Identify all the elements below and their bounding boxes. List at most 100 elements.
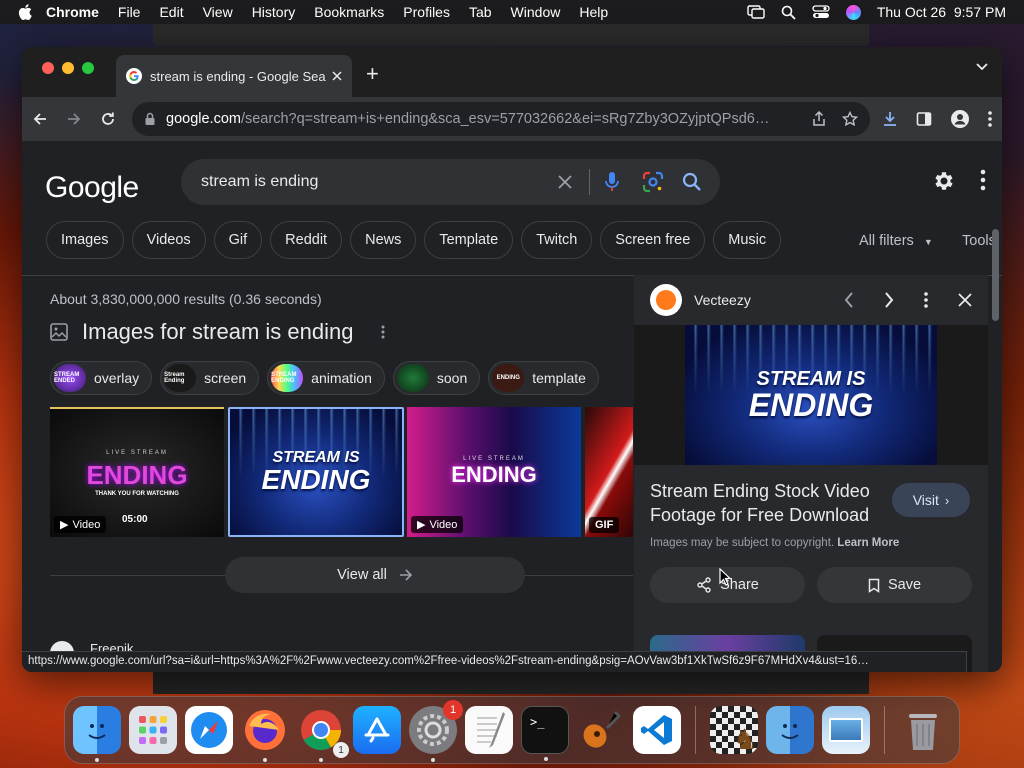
chip-gif[interactable]: Gif: [213, 221, 263, 259]
menu-help[interactable]: Help: [579, 4, 608, 20]
tools-button[interactable]: Tools: [962, 233, 996, 249]
refine-chip-overlay[interactable]: STREAM ENDED overlay: [50, 361, 153, 395]
running-indicator: [431, 758, 435, 762]
refine-chip-template[interactable]: ENDING template: [488, 361, 599, 395]
menu-app-name[interactable]: Chrome: [46, 4, 99, 20]
system-settings-icon[interactable]: 1: [409, 700, 463, 762]
safari-icon[interactable]: [185, 706, 233, 754]
siri-icon[interactable]: [845, 4, 861, 20]
image-result[interactable]: LIVE STREAM ENDING THANK YOU FOR WATCHIN…: [50, 407, 224, 537]
preview-more-icon[interactable]: [924, 292, 928, 308]
tab-google-search[interactable]: stream is ending - Google Sea: [116, 55, 352, 97]
chip-reddit[interactable]: Reddit: [270, 221, 343, 259]
more-options-icon[interactable]: [381, 325, 385, 339]
search-icon[interactable]: [682, 172, 702, 192]
browser-menu-icon[interactable]: [988, 111, 992, 127]
image-result[interactable]: LIVE STREAM ENDING ▶ Video: [407, 407, 581, 537]
refine-chip-soon[interactable]: soon: [392, 361, 481, 395]
address-bar[interactable]: google.com/search?q=stream+is+ending&sca…: [132, 102, 870, 136]
search-input[interactable]: stream is ending: [201, 173, 557, 191]
new-tab-button[interactable]: +: [366, 61, 379, 87]
chip-template[interactable]: Template: [424, 221, 514, 259]
thumb-timer: 05:00: [122, 514, 148, 525]
previous-image-icon[interactable]: [844, 292, 854, 308]
menu-tab[interactable]: Tab: [469, 4, 492, 20]
menu-clock[interactable]: Thu Oct 26 9:57 PM: [877, 4, 1006, 20]
preview-image-line2: ENDING: [748, 387, 874, 423]
next-image-icon[interactable]: [884, 292, 894, 308]
menu-bookmarks[interactable]: Bookmarks: [314, 4, 384, 20]
spotlight-search-icon[interactable]: [781, 5, 796, 20]
chip-screen-free[interactable]: Screen free: [600, 221, 706, 259]
close-preview-icon[interactable]: [958, 293, 972, 307]
vscode-icon[interactable]: [633, 706, 681, 754]
preview-source[interactable]: Vecteezy: [694, 292, 844, 308]
view-all-button[interactable]: View all: [225, 557, 525, 593]
minimize-window-button[interactable]: [62, 62, 74, 74]
menu-window[interactable]: Window: [511, 4, 561, 20]
menu-profiles[interactable]: Profiles: [403, 4, 450, 20]
side-panel-icon[interactable]: [916, 111, 932, 127]
lens-search-icon[interactable]: [642, 171, 664, 193]
visit-button[interactable]: Visit ›: [892, 483, 970, 517]
apple-logo-icon[interactable]: [18, 4, 32, 20]
settings-gear-icon[interactable]: [932, 169, 956, 193]
firefox-icon[interactable]: [241, 706, 289, 762]
textedit-icon[interactable]: [465, 706, 513, 754]
share-page-icon[interactable]: [812, 111, 826, 127]
refine-chip-animation[interactable]: STREAM ENDING animation: [267, 361, 385, 395]
zoom-window-button[interactable]: [82, 62, 94, 74]
close-tab-icon[interactable]: [332, 71, 342, 81]
downloads-icon[interactable]: [882, 111, 898, 127]
terminal-icon[interactable]: >_: [521, 706, 569, 761]
chess-icon[interactable]: ♞: [710, 706, 758, 755]
preview-title[interactable]: Stream Ending Stock Video Footage for Fr…: [650, 479, 880, 527]
chip-twitch[interactable]: Twitch: [521, 221, 593, 259]
all-filters-button[interactable]: All filters ▼: [859, 233, 933, 249]
voice-search-icon[interactable]: [604, 171, 620, 193]
chip-news[interactable]: News: [350, 221, 417, 259]
clear-search-icon[interactable]: [557, 174, 573, 190]
url-text: google.com/search?q=stream+is+ending&sca…: [166, 111, 804, 127]
browser-toolbar: google.com/search?q=stream+is+ending&sca…: [22, 97, 1002, 141]
finder-folder-icon[interactable]: [766, 706, 814, 754]
google-apps-menu-icon[interactable]: [980, 169, 986, 191]
menu-edit[interactable]: Edit: [159, 4, 183, 20]
image-result-selected[interactable]: STREAM IS ENDING: [228, 407, 404, 537]
site-info-icon[interactable]: [144, 112, 156, 126]
chip-music[interactable]: Music: [713, 221, 782, 259]
trash-icon[interactable]: [899, 706, 947, 754]
menu-view[interactable]: View: [203, 4, 233, 20]
launchpad-icon[interactable]: [129, 706, 177, 754]
finder-icon[interactable]: [73, 706, 121, 762]
garageband-icon[interactable]: [577, 706, 625, 754]
play-icon: ▶: [417, 519, 426, 531]
images-section-title[interactable]: Images for stream is ending: [82, 319, 353, 345]
firefox-glyph: [245, 710, 285, 750]
forward-arrow-icon[interactable]: [66, 111, 82, 127]
screen-mirroring-icon[interactable]: [747, 5, 765, 19]
tab-search-chevron-icon[interactable]: [976, 63, 988, 71]
refine-chip-screen[interactable]: Stream Ending screen: [160, 361, 260, 395]
bookmark-star-icon[interactable]: [842, 111, 858, 127]
page-scrollbar[interactable]: [992, 229, 999, 321]
profile-avatar-icon[interactable]: [950, 109, 970, 129]
app-store-icon[interactable]: [353, 706, 401, 754]
image-result[interactable]: GIF: [585, 407, 633, 537]
google-logo[interactable]: Google: [45, 171, 139, 205]
control-center-icon[interactable]: [812, 5, 830, 19]
chip-images[interactable]: Images: [46, 221, 124, 259]
close-window-button[interactable]: [42, 62, 54, 74]
chip-videos[interactable]: Videos: [131, 221, 206, 259]
learn-more-link[interactable]: Learn More: [837, 537, 899, 549]
all-filters-label: All filters: [859, 233, 914, 249]
search-box[interactable]: stream is ending: [181, 159, 720, 205]
preview-image[interactable]: STREAM IS ENDING: [685, 325, 937, 465]
menu-history[interactable]: History: [252, 4, 296, 20]
reload-icon[interactable]: [100, 111, 116, 127]
menu-file[interactable]: File: [118, 4, 141, 20]
preview-icon[interactable]: [822, 706, 870, 754]
back-arrow-icon[interactable]: [32, 111, 48, 127]
chrome-icon[interactable]: 1: [297, 706, 349, 762]
save-button[interactable]: Save: [817, 567, 972, 603]
